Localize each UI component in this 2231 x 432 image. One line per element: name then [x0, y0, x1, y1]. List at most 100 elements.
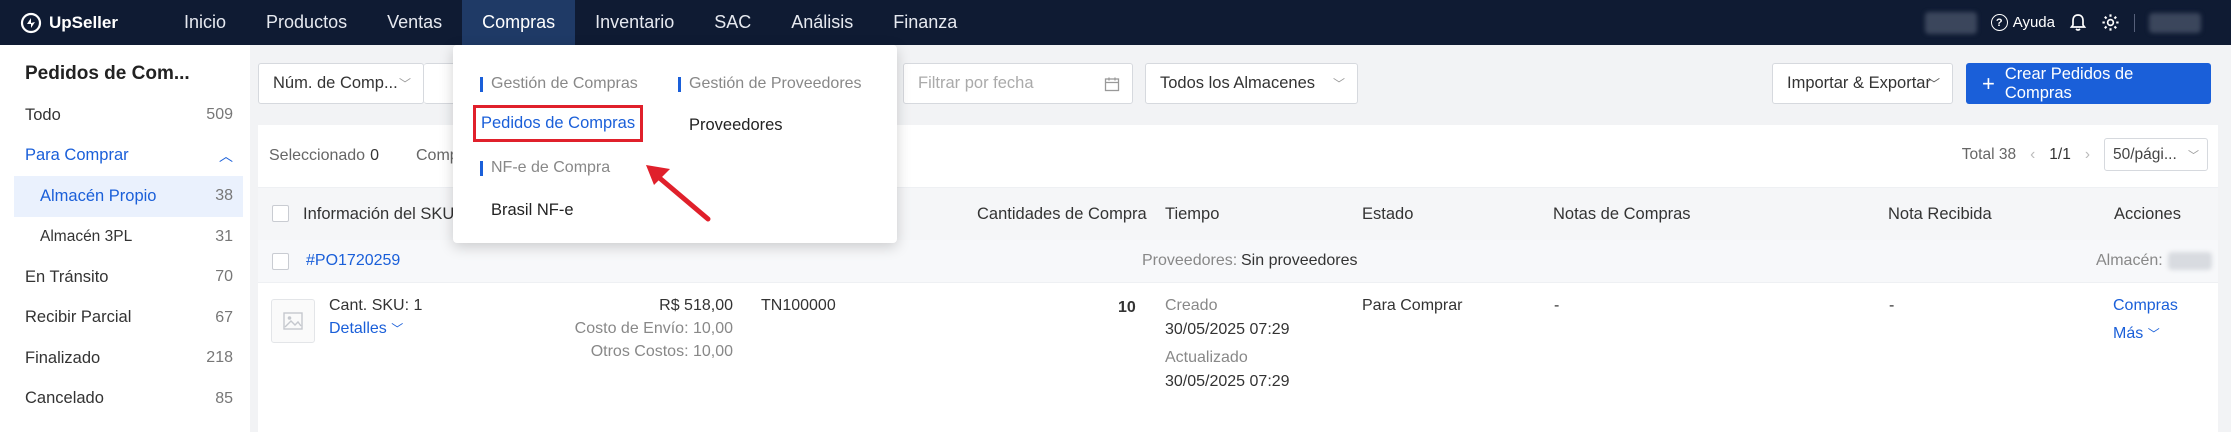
updated-time: 30/05/2025 07:29 [1165, 373, 1290, 390]
sidebar-item-en-transito[interactable]: En Tránsito 70 [0, 257, 250, 298]
nav-inventario[interactable]: Inventario [575, 0, 694, 45]
warehouse-select[interactable]: Todos los Almacenes ﹀ [1145, 63, 1358, 104]
date-filter-placeholder: Filtrar por fecha [918, 74, 1034, 92]
sidebar-item-count: 38 [215, 187, 233, 205]
tracking-number: TN100000 [761, 297, 836, 314]
col-receipt-note: Nota Recibida [1888, 205, 1992, 223]
nav-finanza[interactable]: Finanza [873, 0, 977, 45]
purchase-price: R$ 518,00 [659, 297, 733, 314]
purchase-quantity: 10 [1118, 299, 1136, 316]
sidebar-item-para-comprar[interactable]: Para Comprar ︿ [0, 136, 250, 177]
nav-ventas[interactable]: Ventas [367, 0, 462, 45]
select-all-checkbox[interactable] [272, 205, 289, 222]
image-icon [283, 312, 303, 330]
sidebar-item-label: Recibir Parcial [25, 308, 132, 327]
sidebar-item-recibir-parcial[interactable]: Recibir Parcial 67 [0, 298, 250, 339]
sidebar-item-label: Cancelado [25, 389, 104, 408]
details-link[interactable]: Detalles ﹀ [329, 320, 403, 338]
col-actions: Acciones [2114, 205, 2181, 223]
logo-icon [20, 12, 42, 33]
next-page-icon[interactable]: › [2085, 146, 2090, 164]
menu-item-suppliers[interactable]: Proveedores [689, 116, 783, 135]
bell-icon[interactable] [2069, 13, 2087, 32]
sku-count: Cant. SKU: 1 [329, 297, 423, 314]
col-time: Tiempo [1165, 205, 1220, 223]
create-purchase-order-button[interactable]: + Crear Pedidos de Compras [1966, 63, 2211, 104]
nav-analisis[interactable]: Análisis [771, 0, 873, 45]
sidebar-item-count: 85 [215, 389, 233, 407]
status-text: Para Comprar [1362, 297, 1463, 314]
sidebar-item-count: 31 [215, 227, 233, 245]
created-time: 30/05/2025 07:29 [1165, 321, 1290, 338]
nav-inicio[interactable]: Inicio [164, 0, 246, 45]
chevron-down-icon: ﹀ [1332, 77, 1345, 91]
col-sku-info: Información del SKU [303, 205, 455, 223]
shipping-cost: Costo de Envío: 10,00 [574, 320, 733, 337]
nav-sac[interactable]: SAC [694, 0, 771, 45]
updated-label: Actualizado [1165, 349, 1248, 366]
page-size-select[interactable]: 50/pági... ﹀ [2104, 138, 2208, 171]
order-header-row: #PO1720259 Proveedores: Sin proveedores … [258, 240, 2218, 283]
col-purchase-notes: Notas de Compras [1553, 205, 1691, 223]
sidebar-item-label: Almacén Propio [40, 186, 157, 205]
search-type-select[interactable]: Núm. de Comp... ﹀ [258, 63, 424, 104]
sidebar-item-label: En Tránsito [25, 267, 109, 286]
more-actions-link[interactable]: Más ﹀ [2113, 325, 2160, 343]
nav-productos[interactable]: Productos [246, 0, 367, 45]
create-purchase-order-label: Crear Pedidos de Compras [2004, 64, 2134, 102]
menu-item-brasil-nfe[interactable]: Brasil NF-e [491, 201, 574, 220]
sidebar-item-label: Para Comprar [25, 146, 129, 165]
red-pointer-arrow-icon [646, 165, 711, 222]
selected-label: Seleccionado [269, 147, 366, 164]
other-costs: Otros Costos: 10,00 [590, 343, 733, 360]
sidebar-item-cancelado[interactable]: Cancelado 85 [0, 379, 250, 420]
receipt-note: - [1889, 297, 1895, 314]
order-checkbox[interactable] [272, 253, 289, 270]
order-number-link[interactable]: #PO1720259 [306, 252, 400, 270]
sidebar-item-count: 509 [206, 106, 233, 124]
sidebar-item-label: Finalizado [25, 348, 101, 367]
chevron-down-icon: ﹀ [2147, 327, 2160, 341]
plus-icon: + [1982, 70, 1995, 96]
top-navbar: UpSeller Inicio Productos Ventas Compras… [0, 0, 2231, 45]
sidebar-item-finalizado[interactable]: Finalizado 218 [0, 338, 250, 379]
chevron-down-icon: ﹀ [2188, 149, 2199, 162]
pagination: Total 38 ‹ 1/1 › 50/pági... ﹀ [1962, 138, 2208, 171]
more-actions-label: Más [2113, 325, 2144, 342]
sidebar-item-todo[interactable]: Todo 509 [0, 95, 250, 136]
menu-group-nfe: NF-e de Compra [480, 159, 610, 177]
purchase-action-link[interactable]: Compras [2113, 297, 2178, 315]
menu-group-purchases: Gestión de Compras [480, 75, 638, 93]
date-filter-input[interactable]: Filtrar por fecha [903, 63, 1133, 104]
chevron-up-icon: ︿ [219, 147, 233, 164]
created-label: Creado [1165, 297, 1218, 314]
chevron-down-icon: ﹀ [398, 77, 411, 91]
sidebar-item-count: 70 [215, 268, 233, 286]
divider [2134, 13, 2135, 32]
brand-name: UpSeller [49, 12, 118, 32]
prev-page-icon[interactable]: ‹ [2030, 146, 2035, 164]
table-row: Cant. SKU: 1 Detalles ﹀ R$ 518,00 Costo … [258, 283, 2218, 405]
nav-compras[interactable]: Compras [462, 0, 576, 45]
import-export-button[interactable]: Importar & Exportar ﹀ [1772, 63, 1953, 104]
total-count: Total 38 [1961, 145, 2017, 163]
sidebar-item-almacen-propio[interactable]: Almacén Propio 38 [14, 176, 243, 217]
menu-item-purchase-orders[interactable]: Pedidos de Compras [473, 105, 644, 142]
blurred-user-avatar[interactable] [2149, 12, 2201, 33]
help-icon: ? [1990, 14, 2008, 31]
import-export-label: Importar & Exportar [1787, 74, 1931, 92]
product-image-placeholder [271, 299, 315, 343]
sidebar-item-label: Todo [25, 105, 61, 124]
chevron-down-icon: ﹀ [1927, 77, 1940, 91]
page-indicator: 1/1 [2049, 145, 2071, 163]
menu-group-suppliers: Gestión de Proveedores [678, 75, 862, 93]
top-right-tools: ? Ayuda [1924, 0, 2231, 45]
col-purchase-qty: Cantidades de Compra [977, 205, 1147, 223]
help-link[interactable]: ? Ayuda [1990, 14, 2055, 31]
upseller-logo[interactable]: UpSeller [20, 12, 160, 34]
sidebar-title: Pedidos de Com... [25, 63, 190, 84]
search-type-value: Núm. de Comp... [273, 74, 398, 92]
gear-icon[interactable] [2101, 13, 2120, 32]
sidebar-item-almacen-3pl[interactable]: Almacén 3PL 31 [0, 217, 250, 258]
supplier-label: Proveedores: [1142, 252, 1238, 269]
